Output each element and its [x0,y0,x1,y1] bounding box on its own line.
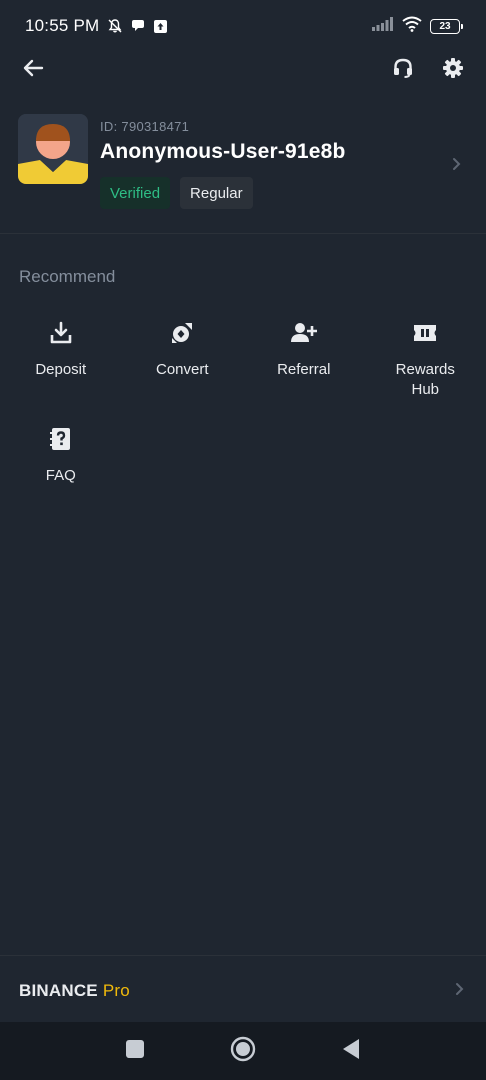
top-nav [0,52,486,88]
faq-label: FAQ [45,467,76,484]
convert-icon [169,320,195,346]
convert-shortcut[interactable]: Convert [122,316,244,400]
home-circle-icon [230,1036,256,1067]
chat-bubble-icon [130,18,146,34]
user-id: ID: 790318471 [100,119,190,134]
recents-button[interactable] [120,1036,150,1066]
back-arrow-icon [22,59,44,82]
referral-label: Referral [277,361,331,378]
headset-icon [392,57,414,84]
binance-brand-text: BINANCE [19,981,98,1000]
profile-divider [0,233,486,234]
username: Anonymous-User-91e8b [100,140,346,163]
home-button[interactable] [228,1036,258,1066]
recommend-grid: Deposit Convert Referral Rewards Hub FAQ [0,316,486,500]
question-book-icon [48,426,74,452]
binance-pro-label: BINANCE Pro [19,981,130,1001]
faq-shortcut[interactable]: FAQ [0,422,122,500]
signal-icon [372,16,394,36]
badges: Verified Regular [100,177,464,209]
avatar [18,114,88,184]
settings-gear-icon [442,57,464,84]
status-left: 10:55 PM [25,16,168,36]
upload-box-icon [153,19,168,34]
battery-level: 23 [439,20,451,32]
rewards-hub-shortcut[interactable]: Rewards Hub [365,316,486,400]
back-button[interactable] [20,57,46,83]
status-time: 10:55 PM [25,16,100,35]
regular-badge[interactable]: Regular [180,177,253,209]
settings-button[interactable] [440,57,466,83]
wifi-icon [402,16,422,37]
back-triangle-icon [341,1038,361,1065]
top-nav-actions [390,57,466,83]
ticket-icon [412,320,438,346]
pro-accent-text: Pro [102,981,130,1000]
status-right: 23 [372,16,463,37]
convert-label: Convert [155,361,209,378]
system-back-button[interactable] [336,1036,366,1066]
referral-shortcut[interactable]: Referral [243,316,365,400]
rewards-hub-label: Rewards Hub [395,361,455,398]
screen: 10:55 PM 23 ID: 790318471 Anonymous-User… [0,0,486,1080]
support-button[interactable] [390,57,416,83]
profile-info: ID: 790318471 Anonymous-User-91e8b Verif… [100,114,464,209]
chevron-right-icon [455,982,464,1001]
status-bar: 10:55 PM 23 [0,0,486,52]
chevron-right-icon [448,156,464,172]
download-tray-icon [48,320,74,346]
android-nav-bar [0,1022,486,1080]
binance-pro-row[interactable]: BINANCE Pro [0,960,486,1022]
profile-card[interactable]: ID: 790318471 Anonymous-User-91e8b Verif… [18,114,464,214]
recommend-title: Recommend [19,267,116,286]
status-notification-icons [107,18,168,34]
recents-square-icon [125,1039,145,1064]
verified-badge[interactable]: Verified [100,177,171,209]
deposit-label: Deposit [35,361,87,378]
mute-bell-icon [107,18,123,34]
battery-icon: 23 [430,18,463,34]
footer-divider [0,955,486,956]
add-user-icon [290,320,317,346]
deposit-shortcut[interactable]: Deposit [0,316,122,400]
